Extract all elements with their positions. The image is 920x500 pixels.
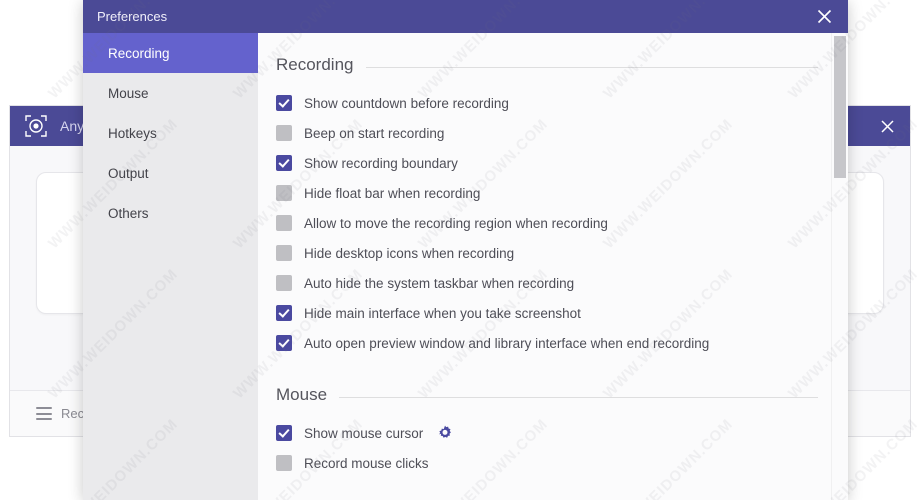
dialog-titlebar: Preferences [83, 0, 848, 33]
option-allow-move-recording-region[interactable]: Allow to move the recording region when … [276, 215, 818, 231]
option-auto-open-preview-window[interactable]: Auto open preview window and library int… [276, 335, 818, 351]
option-label: Beep on start recording [304, 125, 445, 141]
sidebar-item-label: Mouse [108, 85, 149, 101]
option-label: Show recording boundary [304, 155, 458, 171]
list-icon [36, 407, 52, 420]
checkbox-unchecked-icon[interactable] [276, 125, 292, 141]
sidebar-item-output[interactable]: Output [83, 153, 258, 193]
scrollbar-thumb[interactable] [834, 36, 846, 178]
option-hide-main-interface-screenshot[interactable]: Hide main interface when you take screen… [276, 305, 818, 321]
dialog-close-button[interactable] [800, 0, 848, 33]
section-header-recording: Recording [276, 55, 818, 75]
option-label: Show mouse cursor [304, 425, 424, 441]
option-label: Hide float bar when recording [304, 185, 481, 201]
checkbox-unchecked-icon[interactable] [276, 455, 292, 471]
option-hide-desktop-icons-when-recording[interactable]: Hide desktop icons when recording [276, 245, 818, 261]
sidebar-item-label: Others [108, 205, 149, 221]
dialog-title: Preferences [97, 9, 168, 24]
checkbox-checked-icon[interactable] [276, 425, 292, 441]
option-show-countdown-before-recording[interactable]: Show countdown before recording [276, 95, 818, 111]
checkbox-unchecked-icon[interactable] [276, 215, 292, 231]
option-auto-hide-system-taskbar[interactable]: Auto hide the system taskbar when record… [276, 275, 818, 291]
option-record-mouse-clicks[interactable]: Record mouse clicks [276, 455, 818, 471]
option-label: Auto open preview window and library int… [304, 335, 710, 351]
checkbox-checked-icon[interactable] [276, 95, 292, 111]
dialog-main: Recording Mouse Hotkeys Output Others Re… [83, 33, 848, 500]
option-beep-on-start-recording[interactable]: Beep on start recording [276, 125, 818, 141]
option-label: Auto hide the system taskbar when record… [304, 275, 575, 291]
option-show-recording-boundary[interactable]: Show recording boundary [276, 155, 818, 171]
checkbox-unchecked-icon[interactable] [276, 185, 292, 201]
checkbox-unchecked-icon[interactable] [276, 275, 292, 291]
record-target-icon [24, 114, 48, 138]
section-header-mouse: Mouse [276, 385, 818, 405]
section-title: Mouse [276, 385, 328, 404]
gear-icon[interactable] [437, 425, 453, 441]
option-show-mouse-cursor[interactable]: Show mouse cursor [276, 425, 818, 441]
preferences-content: Recording Show countdown before recordin… [258, 33, 848, 500]
sidebar-item-hotkeys[interactable]: Hotkeys [83, 113, 258, 153]
close-button[interactable] [864, 106, 910, 146]
sidebar-item-label: Hotkeys [108, 125, 157, 141]
preferences-sidebar: Recording Mouse Hotkeys Output Others [83, 33, 258, 500]
option-label: Allow to move the recording region when … [304, 215, 608, 231]
option-label: Show countdown before recording [304, 95, 509, 111]
sidebar-item-recording[interactable]: Recording [83, 33, 258, 73]
checkbox-checked-icon[interactable] [276, 155, 292, 171]
section-divider [339, 396, 818, 398]
option-hide-float-bar-when-recording[interactable]: Hide float bar when recording [276, 185, 818, 201]
sidebar-item-label: Recording [108, 45, 170, 61]
content-scrollbar[interactable] [831, 33, 848, 500]
checkbox-unchecked-icon[interactable] [276, 245, 292, 261]
section-divider [365, 66, 818, 68]
content-inner: Recording Show countdown before recordin… [258, 33, 848, 471]
section-title: Recording [276, 55, 354, 74]
background-window-title: Any [60, 118, 85, 134]
preferences-dialog: Preferences Recording Mouse Hotkeys Outp… [83, 0, 848, 500]
option-label: Hide desktop icons when recording [304, 245, 515, 261]
option-label: Hide main interface when you take screen… [304, 305, 581, 321]
sidebar-item-others[interactable]: Others [83, 193, 258, 233]
option-label: Record mouse clicks [304, 455, 429, 471]
sidebar-item-mouse[interactable]: Mouse [83, 73, 258, 113]
sidebar-item-label: Output [108, 165, 149, 181]
checkbox-checked-icon[interactable] [276, 305, 292, 321]
checkbox-checked-icon[interactable] [276, 335, 292, 351]
